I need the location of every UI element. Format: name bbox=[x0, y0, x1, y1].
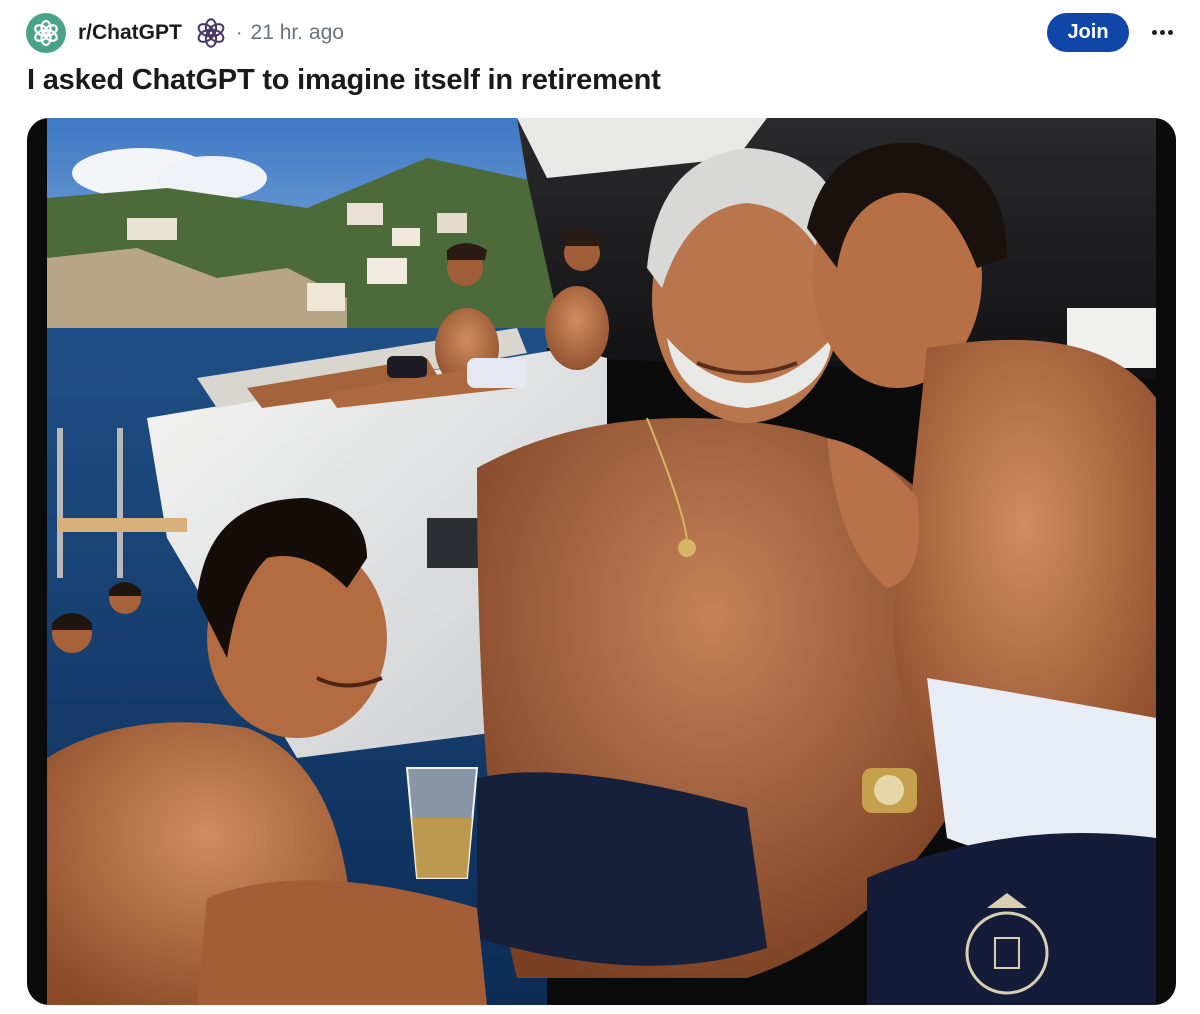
post-title[interactable]: I asked ChatGPT to imagine itself in ret… bbox=[27, 64, 661, 97]
join-button[interactable]: Join bbox=[1047, 13, 1129, 52]
whiskey-glass bbox=[405, 767, 479, 879]
ellipsis-icon bbox=[1159, 29, 1165, 35]
user-flair bbox=[194, 16, 228, 50]
ellipsis-icon bbox=[1167, 29, 1173, 35]
more-options-button[interactable] bbox=[1146, 16, 1178, 48]
post-image[interactable] bbox=[47, 118, 1156, 1005]
subreddit-name[interactable]: r/ChatGPT bbox=[78, 21, 182, 45]
openai-logo-icon bbox=[197, 18, 225, 48]
subreddit-avatar[interactable] bbox=[26, 13, 66, 53]
post-media[interactable] bbox=[27, 118, 1176, 1005]
meta-separator: · bbox=[235, 21, 243, 44]
ellipsis-icon bbox=[1151, 29, 1157, 35]
openai-logo-icon bbox=[34, 19, 58, 47]
post-card: r/ChatGPT · 21 hr. ago Join I asked Chat… bbox=[0, 0, 1200, 1014]
post-timestamp: 21 hr. ago bbox=[250, 21, 344, 44]
post-header: r/ChatGPT · 21 hr. ago bbox=[26, 12, 344, 54]
